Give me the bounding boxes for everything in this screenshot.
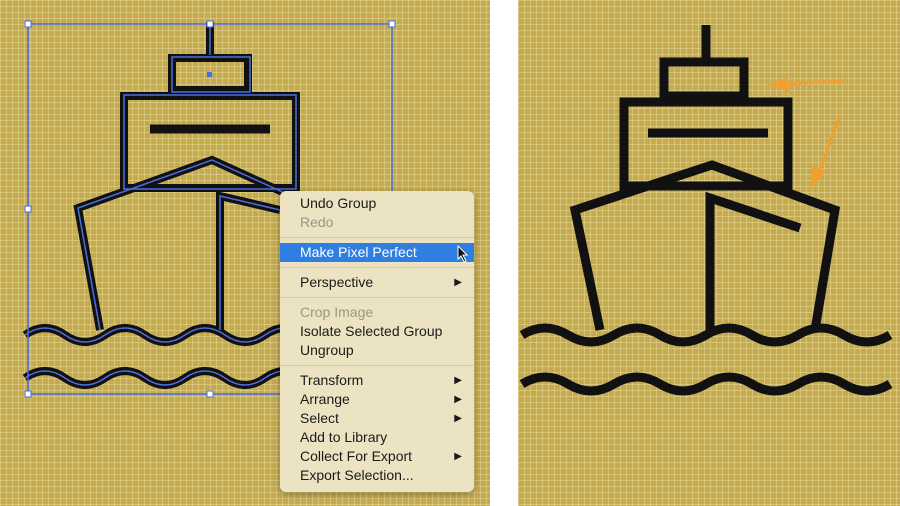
label: Make Pixel Perfect: [300, 244, 417, 260]
menu-item-redo: Redo: [300, 214, 334, 230]
submenu-arrow-icon: ▶: [454, 451, 462, 462]
menu-item-perspective[interactable]: Perspective ▶: [280, 273, 474, 292]
label: Select: [300, 410, 339, 426]
menu-item-arrange[interactable]: Arrange ▶: [280, 390, 474, 409]
menu-separator: [280, 297, 474, 298]
menu-separator: [280, 365, 474, 366]
submenu-arrow-icon: ▶: [454, 375, 462, 386]
menu-item-crop-image: Crop Image: [300, 304, 374, 320]
menu-item-undo-group[interactable]: Undo Group: [280, 194, 474, 213]
arrow-down-icon: [812, 166, 826, 188]
label: Perspective: [300, 274, 374, 290]
menu-item-ungroup[interactable]: Ungroup: [280, 341, 474, 360]
annotation-arrows: [768, 77, 844, 188]
cursor-arrow-icon: [457, 245, 469, 263]
menu-item-select[interactable]: Select ▶: [280, 409, 474, 428]
menu-item-isolate-selected-group[interactable]: Isolate Selected Group: [280, 322, 474, 341]
arrow-left-icon: [768, 77, 789, 92]
submenu-arrow-icon: ▶: [454, 277, 462, 288]
menu-item-make-pixel-perfect[interactable]: Make Pixel Perfect: [280, 243, 474, 263]
menu-separator: [280, 237, 474, 238]
center-point: [207, 72, 212, 77]
label: Collect For Export: [300, 448, 413, 464]
canvas-before[interactable]: Undo Group Redo Make Pixel Perfect Persp…: [0, 0, 490, 506]
menu-item-export-selection[interactable]: Export Selection...: [280, 466, 474, 485]
menu-separator: [280, 267, 474, 268]
context-menu[interactable]: Undo Group Redo Make Pixel Perfect Persp…: [280, 191, 474, 492]
submenu-arrow-icon: ▶: [454, 413, 462, 424]
submenu-arrow-icon: ▶: [454, 394, 462, 405]
canvas-after: [518, 0, 900, 506]
menu-item-add-to-library[interactable]: Add to Library: [280, 428, 474, 447]
ship-icon-pixel-perfect: [519, 25, 893, 396]
label: Transform: [300, 372, 364, 388]
label: Arrange: [300, 391, 350, 407]
menu-item-collect-for-export[interactable]: Collect For Export ▶: [280, 447, 474, 466]
menu-item-transform[interactable]: Transform ▶: [280, 371, 474, 390]
